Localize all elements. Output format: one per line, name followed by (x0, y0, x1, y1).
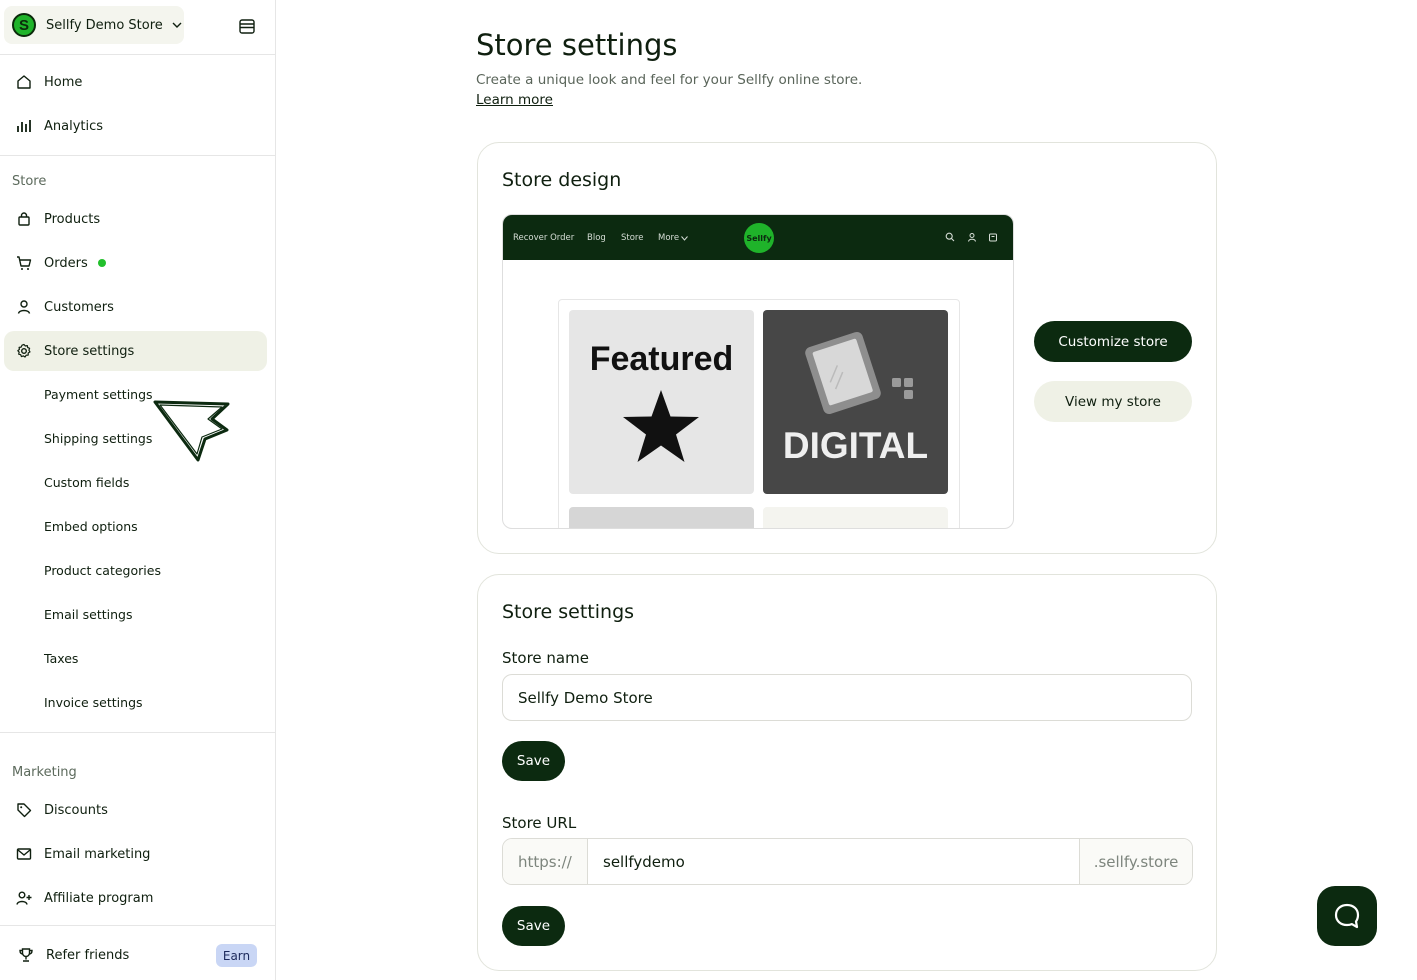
store-design-title: Store design (502, 169, 622, 191)
store-settings-title: Store settings (502, 601, 635, 623)
digital-label: DIGITAL (782, 425, 929, 466)
store-name-field[interactable]: Sellfy Demo Store (502, 674, 1192, 721)
gear-icon (17, 343, 31, 358)
store-logo: S (12, 13, 36, 37)
sidebar-item-label: Analytics (44, 118, 104, 134)
storefront-icon[interactable] (236, 15, 258, 37)
preview-nav-link: More (658, 233, 680, 243)
user-icon (968, 233, 976, 242)
user-icon (17, 300, 31, 314)
preview-tile-partial (763, 507, 948, 528)
sidebar-divider (0, 54, 276, 55)
pointer-cursor-icon (153, 400, 230, 462)
customize-store-button[interactable]: Customize store (1034, 321, 1192, 362)
orders-status-dot (97, 259, 106, 267)
sidebar-item-home[interactable]: Home (4, 62, 267, 102)
url-prefix: https:// (503, 839, 588, 884)
chevron-down-icon (681, 236, 688, 241)
chevron-down-icon (172, 22, 182, 28)
cart-icon (989, 233, 997, 242)
store-switcher[interactable]: S Sellfy Demo Store (4, 6, 184, 44)
sidebar-item-store-settings[interactable]: Store settings (4, 331, 267, 371)
user-plus-icon (16, 891, 32, 905)
chat-bubble-icon (1334, 903, 1360, 929)
sidebar-item-products[interactable]: Products (4, 199, 267, 239)
preview-nav-link: Recover Order (513, 233, 575, 243)
sidebar-subitem-invoice-settings[interactable]: Invoice settings (44, 695, 143, 710)
sidebar-divider (0, 155, 276, 156)
store-url-label: Store URL (502, 814, 577, 832)
sidebar-item-label: Email marketing (44, 846, 151, 862)
sidebar-subitem-product-categories[interactable]: Product categories (44, 563, 161, 578)
sidebar-subitem-email-settings[interactable]: Email settings (44, 607, 133, 622)
sidebar-item-label: Orders (44, 255, 88, 271)
featured-label: Featured (589, 340, 734, 378)
sidebar-item-label: Store settings (44, 343, 135, 359)
store-name-label: Store name (502, 649, 589, 667)
help-chat-button[interactable] (1317, 886, 1377, 946)
sidebar-item-orders[interactable]: Orders (4, 243, 267, 283)
store-url-field-group: https:// sellfydemo .sellfy.store (502, 838, 1193, 885)
sidebar-subitem-shipping-settings[interactable]: Shipping settings (44, 431, 152, 446)
save-store-name-button[interactable]: Save (502, 741, 565, 781)
sidebar-divider (0, 732, 276, 733)
mail-icon (16, 848, 32, 860)
section-title-store: Store (12, 174, 47, 189)
sidebar-item-customers[interactable]: Customers (4, 287, 267, 327)
sidebar-item-discounts[interactable]: Discounts (4, 790, 267, 830)
sidebar-subitem-embed-options[interactable]: Embed options (44, 519, 138, 534)
sidebar-item-label: Customers (44, 299, 114, 315)
tag-icon (17, 803, 32, 818)
sidebar: S Sellfy Demo Store Home Analytics Store… (0, 0, 276, 980)
earn-badge: Earn (216, 944, 257, 967)
bar-chart-icon (17, 120, 31, 132)
store-design-card: Store design Recover Order Blog Store Mo… (477, 142, 1217, 554)
preview-nav-link: Store (621, 233, 644, 243)
trophy-icon (19, 948, 33, 962)
sidebar-item-label: Discounts (44, 802, 108, 818)
preview-navbar: Recover Order Blog Store More Sellfy (503, 215, 1013, 260)
sidebar-item-label: Refer friends (46, 947, 130, 963)
save-store-url-button[interactable]: Save (502, 906, 565, 946)
sidebar-item-affiliate-program[interactable]: Affiliate program (4, 878, 267, 918)
preview-logo: Sellfy (744, 223, 774, 253)
preview-tile-digital: DIGITAL (763, 310, 948, 494)
section-title-marketing: Marketing (12, 765, 77, 780)
store-settings-card: Store settings Store name Sellfy Demo St… (477, 574, 1217, 971)
tablet-icon (805, 332, 913, 414)
preview-tile-partial (569, 507, 754, 528)
store-preview: Recover Order Blog Store More Sellfy Fea… (502, 214, 1014, 529)
url-suffix: .sellfy.store (1079, 839, 1192, 884)
store-url-input[interactable]: sellfydemo (588, 839, 1079, 884)
cart-icon (17, 256, 32, 270)
preview-tile-featured: Featured (569, 310, 754, 494)
search-icon (945, 232, 955, 242)
sidebar-divider (0, 925, 276, 926)
view-my-store-button[interactable]: View my store (1034, 381, 1192, 422)
sidebar-item-analytics[interactable]: Analytics (4, 106, 267, 146)
sidebar-item-email-marketing[interactable]: Email marketing (4, 834, 267, 874)
sidebar-item-label: Products (44, 211, 101, 227)
sidebar-subitem-taxes[interactable]: Taxes (44, 651, 78, 666)
home-icon (17, 75, 31, 89)
preview-nav-link: Blog (587, 233, 606, 243)
store-switcher-name: Sellfy Demo Store (46, 17, 163, 33)
sidebar-item-label: Affiliate program (44, 890, 154, 906)
bag-icon (18, 212, 30, 226)
sidebar-subitem-payment-settings[interactable]: Payment settings (44, 387, 153, 402)
star-icon (623, 390, 699, 462)
page-subtitle: Create a unique look and feel for your S… (476, 72, 863, 88)
sidebar-item-label: Home (44, 74, 83, 90)
sidebar-subitem-custom-fields[interactable]: Custom fields (44, 475, 129, 490)
page-title: Store settings (476, 28, 678, 62)
learn-more-link[interactable]: Learn more (476, 92, 553, 108)
